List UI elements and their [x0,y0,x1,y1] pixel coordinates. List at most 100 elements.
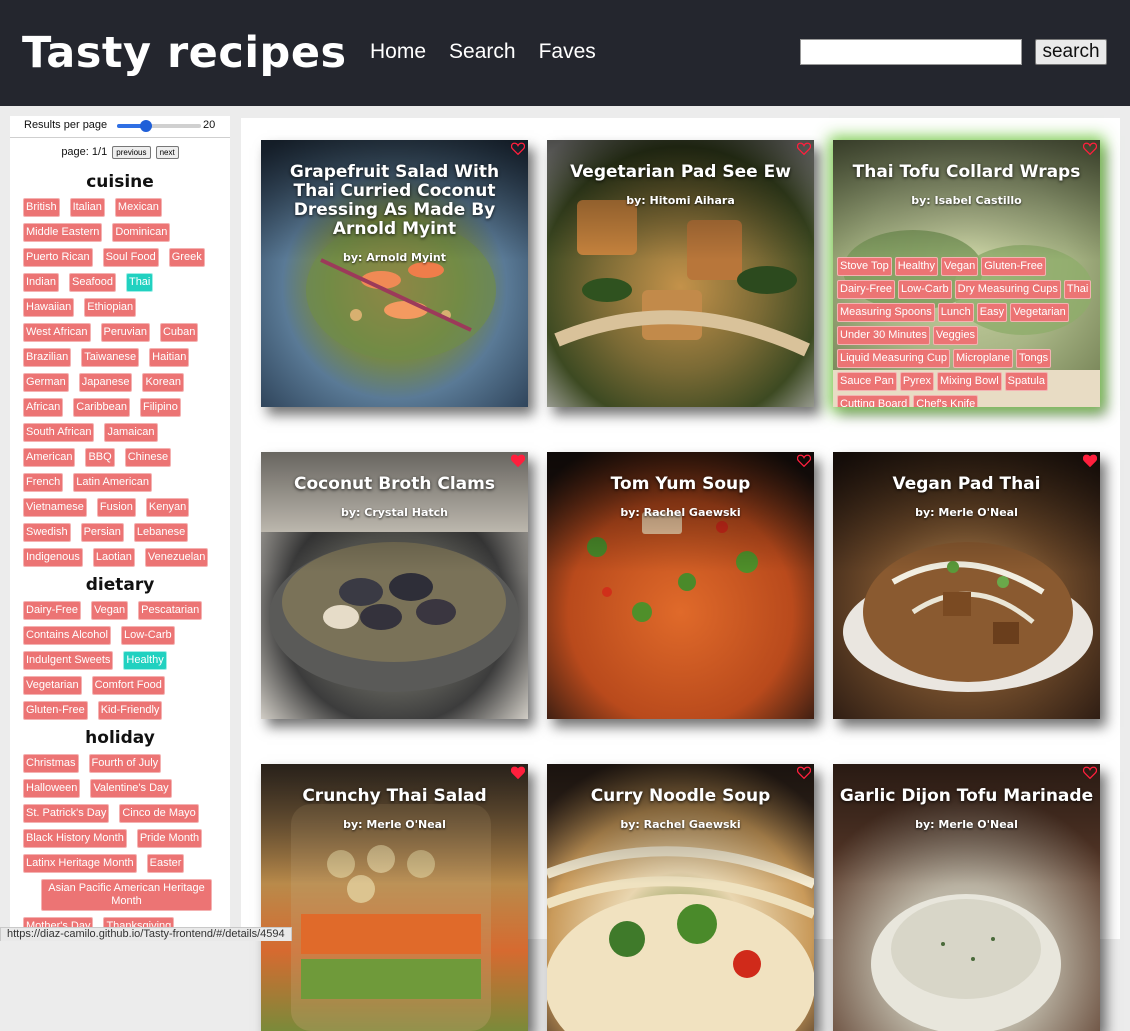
filter-tag[interactable]: Lebanese [133,523,189,542]
filter-tag[interactable]: Pride Month [136,829,203,848]
filter-tag[interactable]: Kid-Friendly [97,701,163,720]
recipe-tag[interactable]: Mixing Bowl [936,372,1002,391]
recipe-tag[interactable]: Stove Top [837,257,892,276]
recipe-tag[interactable]: Chef's Knife [913,395,979,407]
filter-tag[interactable]: Fourth of July [88,754,162,773]
recipe-tag[interactable]: Vegetarian [1010,303,1069,322]
next-page-button[interactable]: next [155,146,179,159]
filter-tag[interactable]: Black History Month [23,829,127,848]
recipe-card[interactable]: Grapefruit Salad With Thai Curried Cocon… [261,140,528,407]
recipe-card[interactable]: Garlic Dijon Tofu Marinade by: Merle O'Ne… [833,764,1100,1031]
filter-tag[interactable]: German [23,373,69,392]
filter-tag[interactable]: Fusion [96,498,136,517]
filter-tag[interactable]: Jamaican [104,423,158,442]
filter-tag[interactable]: Vegan [90,601,129,620]
filter-tag[interactable]: Taiwanese [81,348,140,367]
filter-tag[interactable]: Vietnamese [23,498,87,517]
recipe-tag[interactable]: Spatula [1004,372,1048,391]
filter-tag[interactable]: Seafood [68,273,116,292]
recipe-tag[interactable]: Dry Measuring Cups [954,280,1061,299]
filter-tag[interactable]: Japanese [78,373,133,392]
slider-thumb[interactable] [140,120,153,132]
filter-tag[interactable]: Thai [125,273,154,292]
filter-tag[interactable]: Gluten-Free [23,701,88,720]
filter-tag[interactable]: Dominican [112,223,171,242]
filter-tag[interactable]: Cinco de Mayo [119,804,199,823]
filter-tag[interactable]: Laotian [92,548,135,567]
filter-tag[interactable]: South African [23,423,95,442]
filter-tag[interactable]: Latin American [73,473,153,492]
favorite-heart-icon[interactable] [511,142,525,155]
filter-tag[interactable]: Hawaiian [23,298,75,317]
filter-tag[interactable]: French [23,473,64,492]
filter-tag[interactable]: Greek [168,248,205,267]
filter-tag[interactable]: Dairy-Free [23,601,81,620]
recipe-card[interactable]: Coconut Broth Clams by: Crystal Hatch [261,452,528,719]
filter-tag[interactable]: American [23,448,76,467]
search-button[interactable]: search [1035,39,1107,65]
recipe-tag[interactable]: Veggies [932,326,978,345]
favorite-heart-icon[interactable] [1083,766,1097,779]
recipe-tag[interactable]: Easy [976,303,1008,322]
filter-tag[interactable]: Easter [146,854,185,873]
filter-tag[interactable]: Peruvian [100,323,150,342]
recipe-tag[interactable]: Under 30 Minutes [837,326,930,345]
recipe-tag[interactable]: Liquid Measuring Cup [837,349,951,368]
filter-tag[interactable]: St. Patrick's Day [23,804,110,823]
recipe-tag[interactable]: Healthy [894,257,939,276]
filter-tag[interactable]: Italian [69,198,105,217]
filter-tag[interactable]: Healthy [123,651,167,670]
recipe-tag[interactable]: Pyrex [899,372,934,391]
filter-tag[interactable]: Swedish [23,523,71,542]
recipe-tag[interactable]: Dairy-Free [837,280,895,299]
recipe-tag[interactable]: Gluten-Free [981,257,1046,276]
favorite-heart-icon[interactable] [1083,142,1097,155]
recipe-tag[interactable]: Microplane [953,349,1013,368]
filter-tag[interactable]: Halloween [23,779,81,798]
filter-tag[interactable]: Indian [23,273,59,292]
search-input[interactable] [800,39,1022,65]
recipe-tag[interactable]: Cutting Board [837,395,911,407]
filter-tag[interactable]: Cuban [159,323,199,342]
nav-faves-link[interactable]: Faves [539,40,596,64]
recipe-tag[interactable]: Thai [1063,280,1092,299]
filter-tag[interactable]: Latinx Heritage Month [23,854,137,873]
filter-tag[interactable]: Mexican [114,198,162,217]
filter-tag[interactable]: Chinese [124,448,172,467]
filter-tag[interactable]: Haitian [149,348,190,367]
recipe-card[interactable]: Tom Yum Soup by: Rachel Gaewski [547,452,814,719]
filter-tag[interactable]: Persian [80,523,124,542]
filter-tag[interactable]: African [23,398,64,417]
favorite-heart-icon[interactable] [511,454,525,467]
filter-tag[interactable]: Soul Food [102,248,159,267]
filter-tag[interactable]: BBQ [85,448,115,467]
filter-tag[interactable]: Comfort Food [91,676,165,695]
filter-tag[interactable]: Filipino [140,398,181,417]
favorite-heart-icon[interactable] [511,766,525,779]
recipe-card[interactable]: Vegetarian Pad See Ew by: Hitomi Aihara [547,140,814,407]
recipe-card[interactable]: Crunchy Thai Salad by: Merle O'Neal [261,764,528,1031]
filter-tag[interactable]: Venezuelan [144,548,209,567]
filter-tag[interactable]: West African [23,323,91,342]
nav-search-link[interactable]: Search [449,40,516,64]
filter-tag[interactable]: Brazilian [23,348,72,367]
filter-tag[interactable]: Asian Pacific American Heritage Month [41,879,212,911]
previous-page-button[interactable]: previous [112,146,151,159]
filter-tag[interactable]: Korean [142,373,184,392]
favorite-heart-icon[interactable] [1083,454,1097,467]
filter-tag[interactable]: Kenyan [145,498,190,517]
favorite-heart-icon[interactable] [797,142,811,155]
site-title[interactable]: Tasty recipes [22,28,347,78]
results-per-page-slider[interactable] [117,120,201,132]
filter-tag[interactable]: Puerto Rican [23,248,93,267]
recipe-tag[interactable]: Lunch [937,303,974,322]
filter-tag[interactable]: Christmas [23,754,79,773]
filter-tag[interactable]: Ethiopian [84,298,137,317]
recipe-card[interactable]: Thai Tofu Collard Wraps by: Isabel Castil… [833,140,1100,407]
favorite-heart-icon[interactable] [797,454,811,467]
recipe-card[interactable]: Curry Noodle Soup by: Rachel Gaewski [547,764,814,1031]
filter-tag[interactable]: Contains Alcohol [23,626,111,645]
filter-tag[interactable]: Pescatarian [138,601,203,620]
filter-tag[interactable]: Vegetarian [23,676,82,695]
recipe-tag[interactable]: Vegan [941,257,979,276]
